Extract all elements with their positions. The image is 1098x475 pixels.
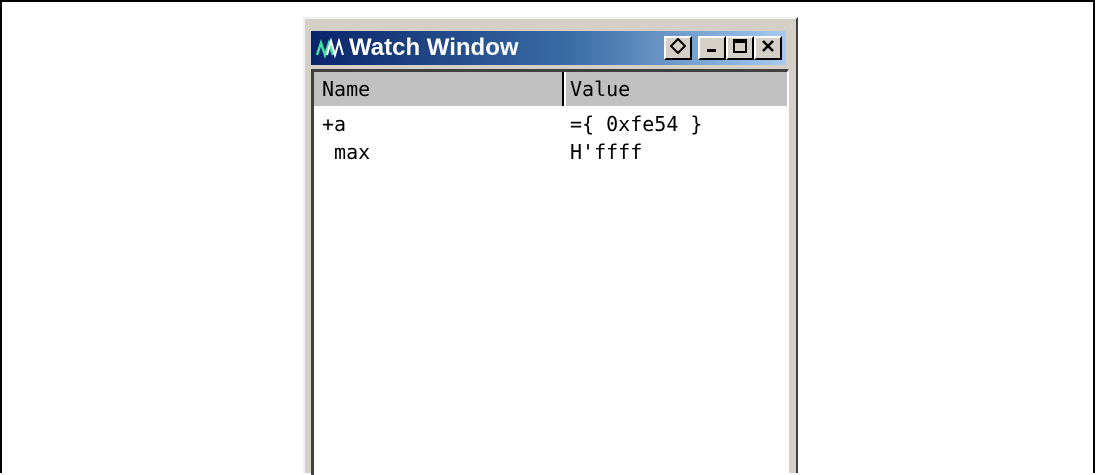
table-row[interactable]: max H'ffff [314,138,787,166]
title-bar[interactable]: Watch Window [311,31,786,65]
close-button[interactable] [754,36,782,60]
table-row[interactable]: +a ={ 0xfe54 } [314,110,787,138]
maximize-button[interactable] [726,36,754,60]
row-value: H'ffff [570,140,643,164]
list-header: Name Value [314,72,787,106]
watch-window: Watch Window Name Value +a ={0xfe54} m… [303,17,798,475]
restore-icon [669,37,687,58]
column-header-value[interactable]: Value [564,72,787,106]
minimize-icon [704,38,720,58]
row-name: +a [322,112,347,136]
maximize-icon [732,38,748,58]
row-name: max [322,140,371,164]
title-buttons [664,36,782,60]
list-rows: +a ={ 0xfe54 } max H'ffff [314,110,787,166]
row-value: ={ 0xfe54 } [570,112,703,136]
minimize-button[interactable] [698,36,726,60]
close-icon [760,38,776,58]
column-header-name[interactable]: Name [314,72,564,106]
window-title: Watch Window [349,34,519,61]
restore-button[interactable] [664,36,692,60]
waveform-icon [315,36,345,60]
watch-list[interactable]: Name Value +a ={ 0xfe54 } max H'ffff [311,69,789,475]
